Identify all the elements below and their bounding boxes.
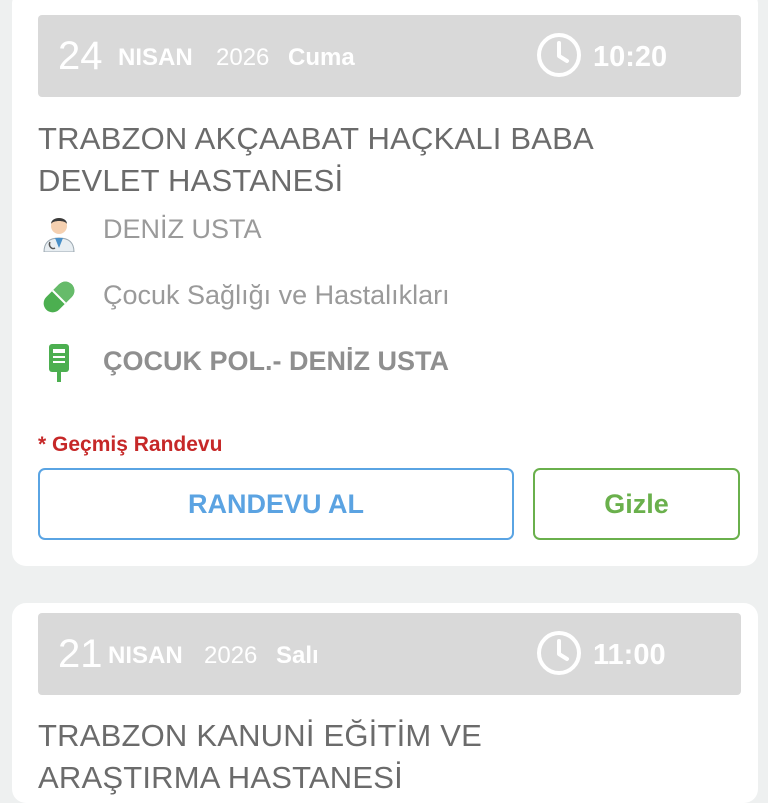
appointment-month: NISAN xyxy=(108,642,183,669)
appointment-day: 21 xyxy=(58,632,103,676)
appointment-card: 24 NISAN 2026 Cuma 10:20 TRABZON AKÇAABA… xyxy=(12,0,758,566)
hospital-name-line1: TRABZON AKÇAABAT HAÇKALI BABA xyxy=(38,121,594,156)
pill-icon xyxy=(43,281,75,313)
hospital-name-line2: ARAŞTIRMA HASTANESİ xyxy=(38,760,403,795)
date-bar: 24 NISAN 2026 Cuma 10:20 xyxy=(38,15,741,97)
clinic-icon xyxy=(49,344,69,382)
past-appointment-note: * Geçmiş Randevu xyxy=(38,433,223,456)
doctor-icon xyxy=(43,218,75,252)
book-appointment-button[interactable]: RANDEVU AL xyxy=(38,468,514,540)
hospital-name: TRABZON KANUNİ EĞİTİM VE ARAŞTIRMA HASTA… xyxy=(38,715,718,799)
appointment-day: 24 xyxy=(58,34,103,78)
appointment-year: 2026 xyxy=(216,44,270,71)
department-name: Çocuk Sağlığı ve Hastalıkları xyxy=(103,280,450,310)
hospital-name-line1: TRABZON KANUNİ EĞİTİM VE xyxy=(38,718,483,753)
appointment-month: NISAN xyxy=(118,44,193,71)
doctor-name: DENİZ USTA xyxy=(103,214,262,244)
hospital-name-line2: DEVLET HASTANESİ xyxy=(38,163,344,198)
hospital-name: TRABZON AKÇAABAT HAÇKALI BABA DEVLET HAS… xyxy=(38,118,718,202)
appointment-time: 10:20 xyxy=(593,41,668,73)
clock-icon xyxy=(537,631,581,675)
clinic-name: ÇOCUK POL.- DENİZ USTA xyxy=(103,346,449,376)
appointment-weekday: Cuma xyxy=(288,44,355,71)
date-bar: 21 NISAN 2026 Salı 11:00 xyxy=(38,613,741,695)
appointment-weekday: Salı xyxy=(276,642,319,669)
appointment-year: 2026 xyxy=(204,642,258,669)
clock-icon xyxy=(537,33,581,77)
appointment-time: 11:00 xyxy=(593,639,666,671)
hide-button[interactable]: Gizle xyxy=(533,468,740,540)
